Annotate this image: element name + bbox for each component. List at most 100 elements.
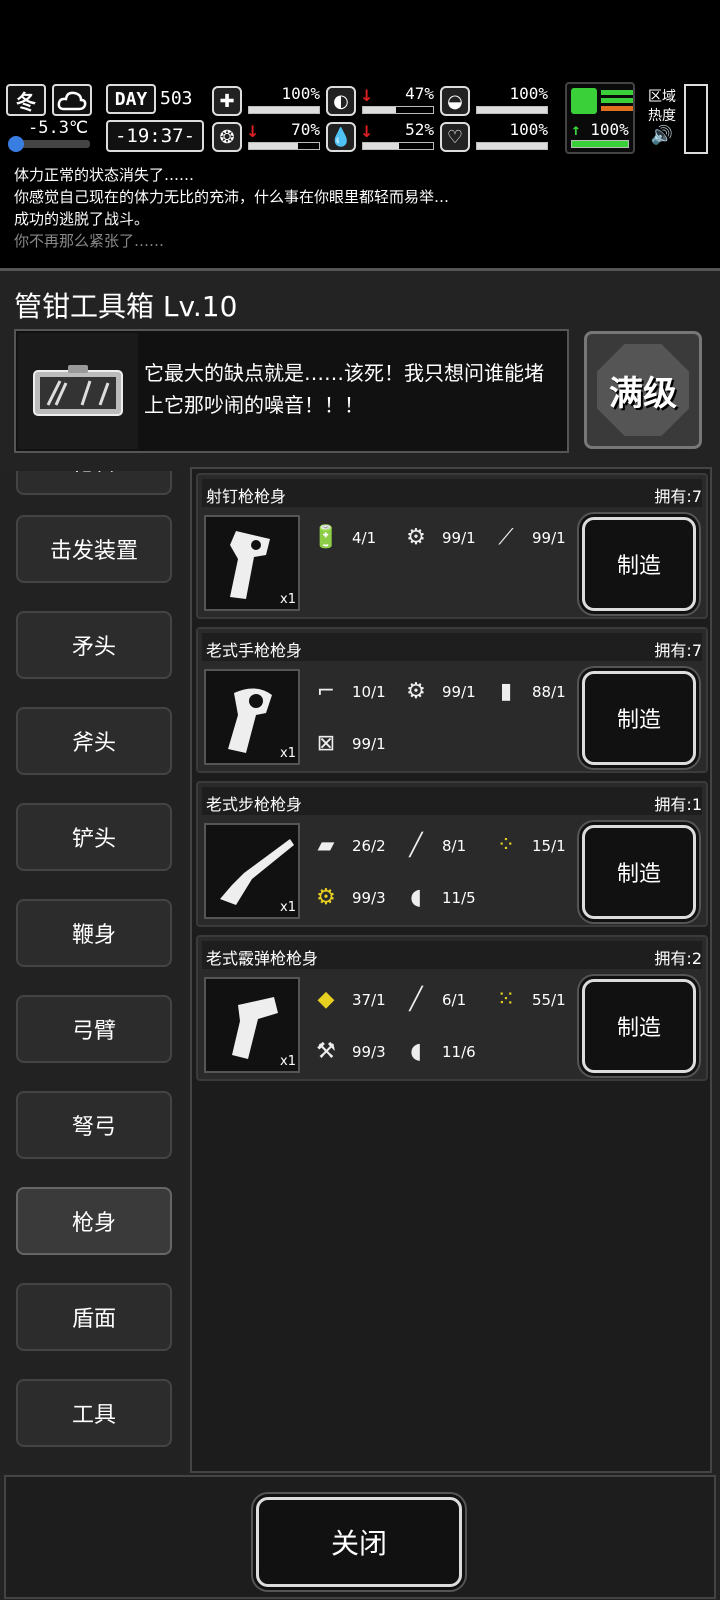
boot-icon: [571, 88, 597, 114]
cloud-icon: [52, 84, 92, 116]
material-item: ⚙ 99/1: [398, 673, 488, 709]
sidebar-item-bowarm[interactable]: 弓臂: [16, 995, 172, 1063]
thirst-stat: 💧 ↓ 52%: [326, 120, 436, 154]
owned-count: 拥有:7: [654, 487, 702, 506]
category-sidebar[interactable]: 枪管 击发装置 矛头 斧头 铲头 鞭身 弓臂 弩弓 枪身 盾面 工具: [0, 471, 186, 1473]
shell-icon: ❂: [212, 122, 242, 152]
craft-button[interactable]: 制造: [582, 671, 696, 765]
toolbox-image: [18, 333, 138, 449]
gears-icon: ⚙: [406, 678, 426, 704]
craft-button[interactable]: 制造: [582, 825, 696, 919]
craft-button[interactable]: 制造: [582, 517, 696, 611]
speaker-icon[interactable]: 🔊: [644, 126, 680, 145]
recipe-name: 射钉枪枪身: [206, 487, 287, 506]
mood-stat: ♡ 100%: [440, 120, 550, 154]
sidebar-item-shovelhead[interactable]: 铲头: [16, 803, 172, 871]
stomach-icon: ◐: [326, 86, 356, 116]
material-item: ╱ 6/1: [398, 981, 488, 1017]
material-item: ⌐ 10/1: [308, 673, 398, 709]
game-clock: -19:37-: [106, 120, 204, 152]
rifle-icon: ╱: [409, 986, 423, 1012]
arrow-down-icon: ↓: [246, 122, 260, 141]
yellow-gears-icon: ⚙: [316, 884, 336, 910]
season-indicator: 冬: [6, 84, 46, 116]
log-line: 成功的逃脱了战斗。: [14, 210, 150, 228]
glue-icon: ◖: [410, 884, 422, 910]
zone-heat-label: 区域热度 🔊: [644, 88, 680, 145]
recipe-name: 老式霰弹枪枪身: [206, 949, 319, 968]
zone-heat-bar: [684, 84, 708, 154]
recipe-card: 老式步枪枪身 拥有:1 x1 ▰ 26/2 ╱ 8/1 ⁘ 15/1 ⚙ 99/…: [196, 781, 708, 927]
toolbox-icon: ⊠: [316, 730, 336, 756]
arrow-up-icon: ↑: [571, 120, 581, 139]
tool-parts-icon: ⚒: [316, 1038, 336, 1064]
material-item: ◖ 11/6: [398, 1033, 488, 1069]
close-button[interactable]: 关闭: [256, 1497, 462, 1587]
wire-icon: ⟋: [498, 524, 514, 550]
material-item: ▰ 26/2: [308, 827, 398, 863]
sidebar-item-crossbow[interactable]: 弩弓: [16, 1091, 172, 1159]
recipe-list[interactable]: 射钉枪枪身 拥有:7 x1 🔋 4/1 ⚙ 99/1 ⟋ 99/1 制造 老式手…: [190, 467, 712, 1473]
yellow-plate-icon: ◆: [317, 986, 335, 1012]
recipe-card: 射钉枪枪身 拥有:7 x1 🔋 4/1 ⚙ 99/1 ⟋ 99/1 制造: [196, 473, 708, 619]
item-description-box: 它最大的缺点就是……该死！我只想问谁能堵上它那吵闹的噪音！！！: [14, 329, 569, 453]
material-item: ⁘ 15/1: [488, 827, 578, 863]
day-number: 503: [160, 88, 193, 109]
material-item: ⊠ 99/1: [308, 725, 398, 761]
sidebar-item-tools[interactable]: 工具: [16, 1379, 172, 1447]
day-label: DAY: [106, 84, 156, 114]
recipe-card: 老式霰弹枪枪身 拥有:2 x1 ◆ 37/1 ╱ 6/1 ⁙ 55/1 ⚒ 99…: [196, 935, 708, 1081]
battery-icon: 🔋: [312, 524, 340, 550]
max-level-badge[interactable]: 满级: [584, 331, 702, 449]
heart-icon: ♡: [440, 122, 470, 152]
material-item: ▮ 88/1: [488, 673, 578, 709]
hunger-stat: ◐ ↓ 47%: [326, 84, 436, 118]
sidebar-item-firing[interactable]: 击发装置: [16, 515, 172, 583]
log-line: 体力正常的状态消失了……: [14, 166, 195, 184]
gears-icon: ⚙: [406, 524, 426, 550]
craft-button[interactable]: 制造: [582, 979, 696, 1073]
material-item: ◆ 37/1: [308, 981, 398, 1017]
panel-title: 管钳工具箱 Lv.10: [14, 290, 238, 323]
mask-icon: ◒: [440, 86, 470, 116]
droplet-icon: 💧: [326, 122, 356, 152]
material-item: ⁙ 55/1: [488, 981, 578, 1017]
sidebar-item-gunbody[interactable]: 枪身: [16, 1187, 172, 1255]
recipe-card: 老式手枪枪身 拥有:7 x1 ⌐ 10/1 ⚙ 99/1 ▮ 88/1 ⊠ 99…: [196, 627, 708, 773]
material-item: ◖ 11/5: [398, 879, 488, 915]
old-rifle-body-image: x1: [204, 823, 300, 919]
sidebar-item-axehead[interactable]: 斧头: [16, 707, 172, 775]
arrow-down-icon: ↓: [360, 122, 374, 141]
bottom-bar: 关闭: [4, 1475, 716, 1599]
owned-count: 拥有:1: [654, 795, 702, 814]
temperature-bar: [18, 140, 90, 148]
material-item: ╱ 8/1: [398, 827, 488, 863]
sidebar-item-spearhead[interactable]: 矛头: [16, 611, 172, 679]
sidebar-item-whip[interactable]: 鞭身: [16, 899, 172, 967]
stamina-bar: [571, 140, 629, 148]
material-item: ⚙ 99/1: [398, 519, 488, 555]
owned-count: 拥有:2: [654, 949, 702, 968]
old-shotgun-body-image: x1: [204, 977, 300, 1073]
pistol-icon: ⌐: [316, 678, 336, 704]
log-line: 你不再那么紧张了……: [14, 232, 165, 250]
yellow-scrap-icon: ⁙: [496, 986, 516, 1012]
status-hud: 冬 -5.3℃ DAY 503 -19:37- ✚ 100% ◐ ↓ 47% ◒…: [0, 80, 720, 162]
owned-count: 拥有:7: [654, 641, 702, 660]
thermometer-icon: [8, 136, 24, 152]
material-item: 🔋 4/1: [308, 519, 398, 555]
arrow-down-icon: ↓: [360, 86, 374, 105]
canister-icon: ▮: [499, 678, 513, 704]
recipe-name: 老式手枪枪身: [206, 641, 303, 660]
material-item: ⚙ 99/3: [308, 879, 398, 915]
log-line: 你感觉自己现在的体力无比的充沛，什么事在你眼里都轻而易举…: [14, 188, 450, 206]
glue-icon: ◖: [410, 1038, 422, 1064]
temperature-readout: -5.3℃: [28, 118, 89, 138]
sidebar-item-shield[interactable]: 盾面: [16, 1283, 172, 1351]
medkit-icon: ✚: [212, 86, 242, 116]
item-description: 它最大的缺点就是……该死！我只想问谁能堵上它那吵闹的噪音！！！: [144, 361, 544, 417]
mental-stat: ◒ 100%: [440, 84, 550, 118]
crafting-panel: 管钳工具箱 Lv.10 它最大的缺点就是……该死！我只想问谁能堵上它那吵闹的噪音…: [0, 268, 720, 1600]
sidebar-item-barrel[interactable]: 枪管: [16, 471, 172, 495]
yellow-parts-icon: ⁘: [496, 832, 516, 858]
